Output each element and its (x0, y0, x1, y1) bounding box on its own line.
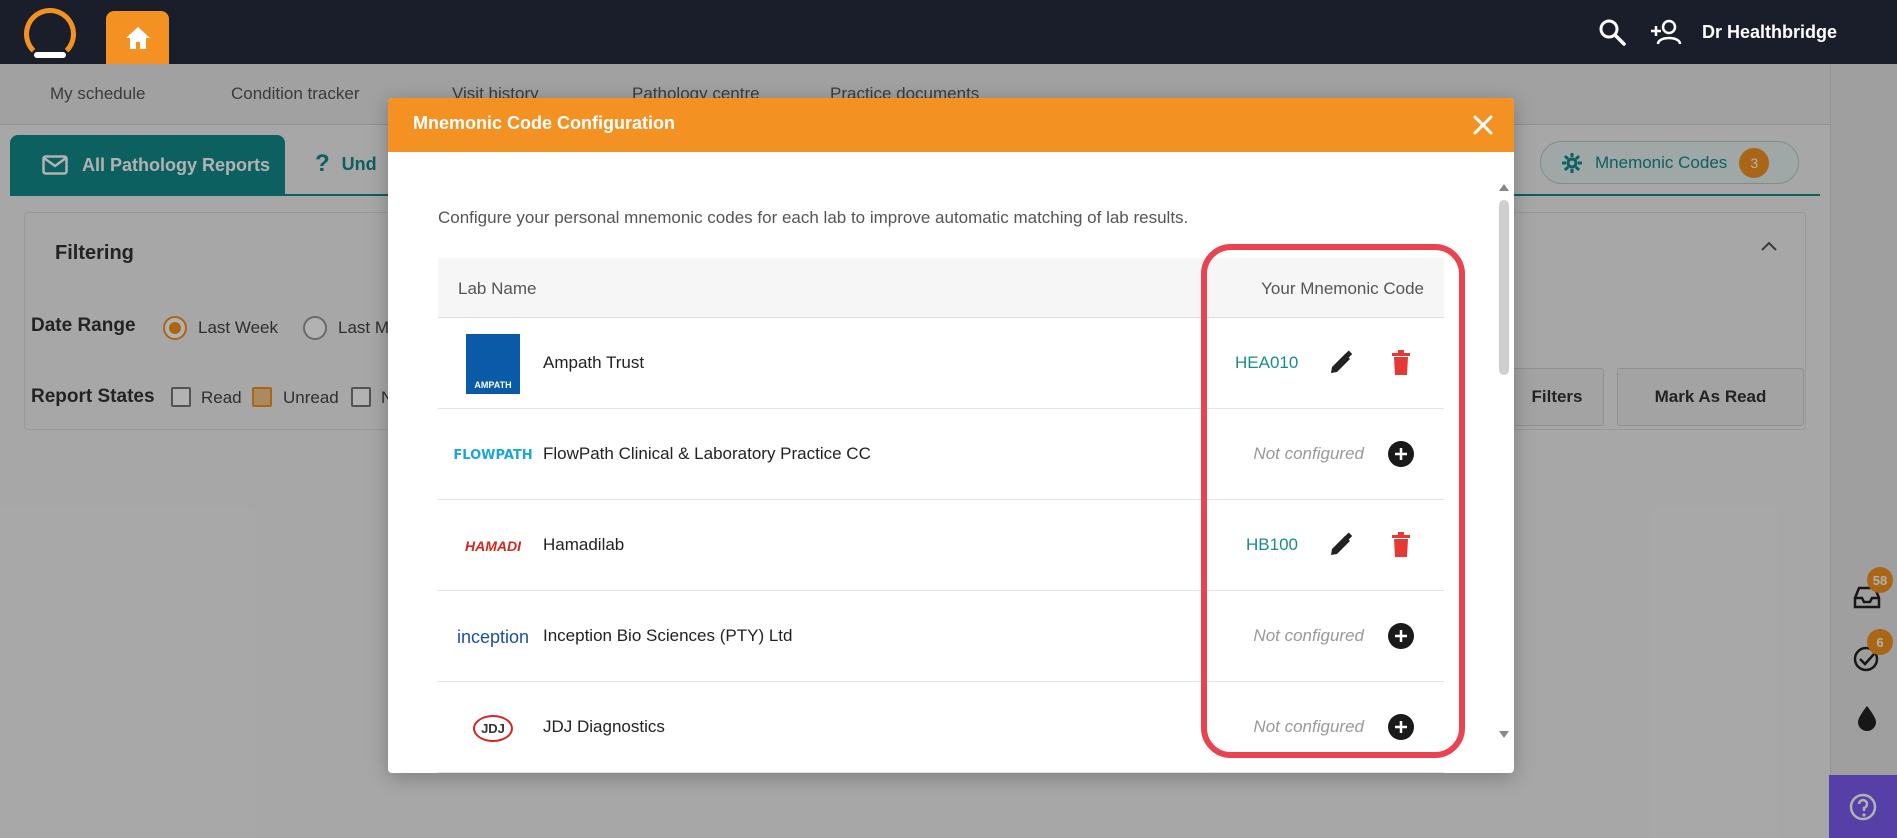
lab-logo: JDJ (458, 698, 528, 758)
user-name[interactable]: Dr Healthbridge (1702, 22, 1837, 43)
column-header-lab-name: Lab Name (458, 279, 537, 298)
lab-name: JDJ Diagnostics (543, 717, 665, 736)
inception-logo: inception (456, 626, 530, 647)
home-button[interactable] (106, 11, 169, 64)
lab-logo: inception (456, 607, 530, 667)
flowpath-logo: FLOWPATH (453, 447, 533, 463)
lab-name: Inception Bio Sciences (PTY) Ltd (543, 626, 793, 645)
lab-logo: FLOWPATH (453, 425, 532, 485)
app-logo-base (34, 52, 66, 58)
top-bar: Dr Healthbridge (0, 0, 1897, 64)
close-icon[interactable] (1470, 112, 1496, 138)
lab-name: FlowPath Clinical & Laboratory Practice … (543, 444, 871, 463)
add-user-icon[interactable] (1650, 18, 1682, 46)
search-icon[interactable] (1598, 18, 1626, 46)
modal-scrollbar-thumb[interactable] (1499, 200, 1509, 375)
modal-description: Configure your personal mnemonic codes f… (438, 208, 1189, 227)
lab-name: Hamadilab (543, 535, 625, 554)
modal-title: Mnemonic Code Configuration (413, 113, 675, 133)
lab-logo: AMPATH (458, 334, 528, 394)
modal-header: Mnemonic Code Configuration (388, 98, 1514, 152)
home-icon (125, 26, 150, 49)
jdj-logo: JDJ (473, 714, 513, 742)
mnemonic-column-highlight (1201, 244, 1465, 758)
lab-logo: HAMADI (458, 516, 528, 576)
ampath-logo: AMPATH (466, 334, 520, 394)
hamadi-logo: HAMADI (465, 538, 521, 554)
lab-name: Ampath Trust (543, 353, 645, 372)
